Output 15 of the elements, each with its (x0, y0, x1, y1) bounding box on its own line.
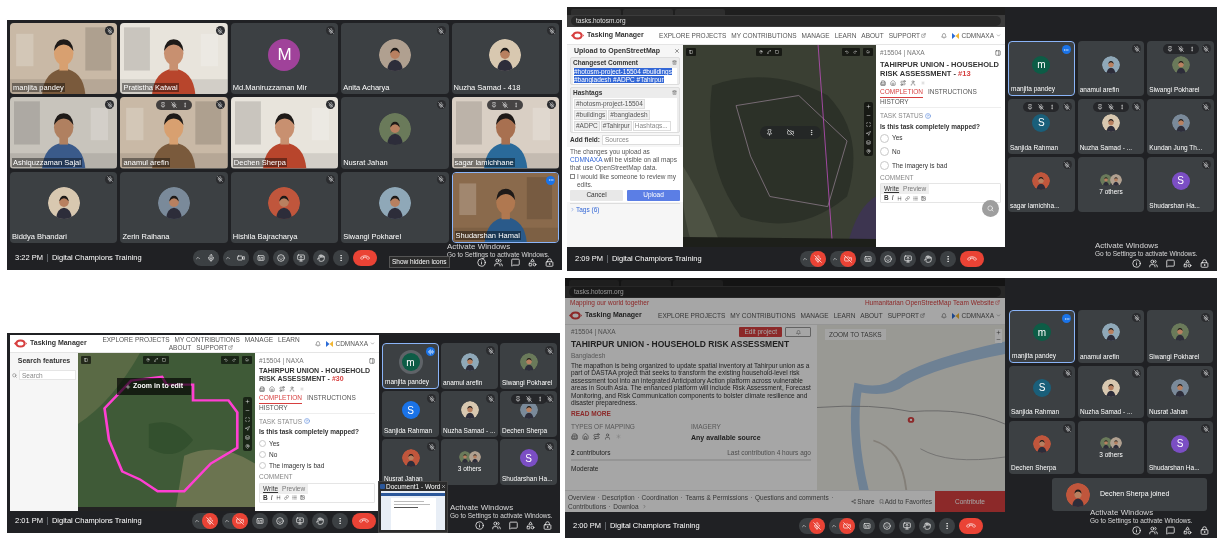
avatar: S (1033, 379, 1051, 397)
avatar: S (1032, 113, 1051, 132)
avatar: m (401, 353, 420, 371)
avatar: S (519, 449, 538, 467)
avatar: S (1171, 171, 1190, 190)
avatar: S (1171, 434, 1189, 453)
avatar: M (268, 38, 301, 71)
activation-notice-title: Activate Windows (1090, 508, 1155, 517)
project-title: TAHIRPUR UNION - HOUSEHOLD RISK ASSESSMENT (571, 338, 791, 351)
avatar: m (1032, 55, 1051, 74)
avatar: S (401, 401, 420, 419)
activation-notice-title: Activate Windows (1095, 241, 1160, 250)
avatar: m (1033, 323, 1051, 342)
activation-notice-title: Activate Windows (447, 242, 512, 251)
activation-notice-title: Activate Windows (450, 503, 515, 512)
